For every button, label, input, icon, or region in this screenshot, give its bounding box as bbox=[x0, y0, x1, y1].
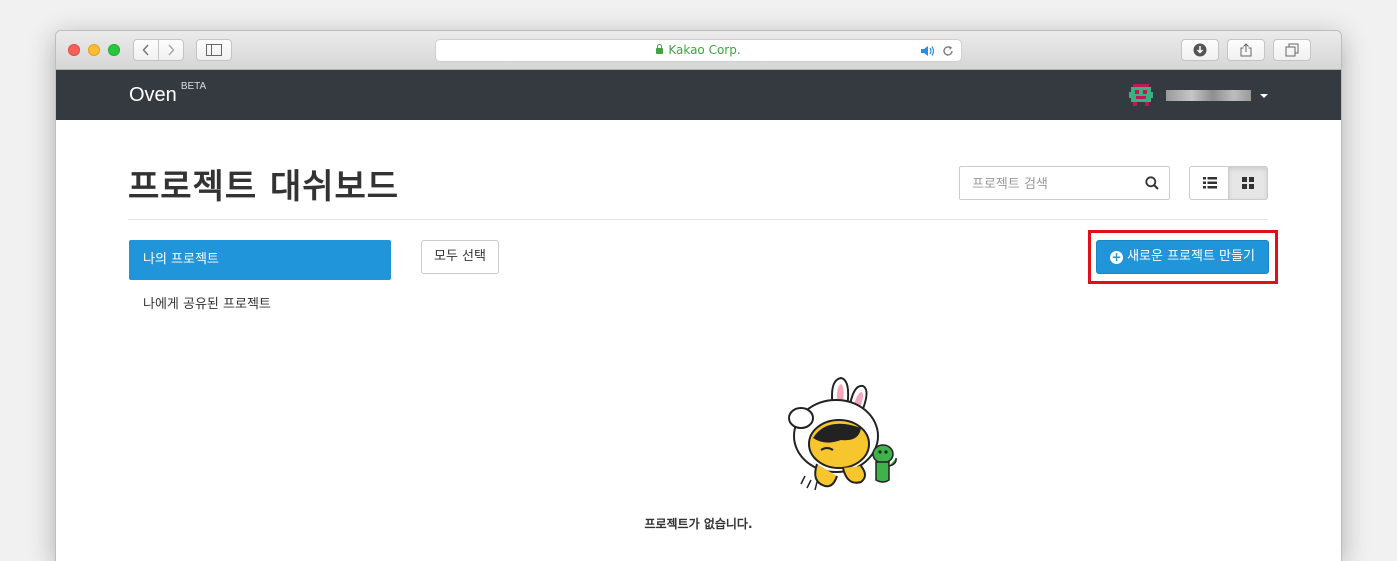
new-project-label: 새로운 프로젝트 만들기 bbox=[1127, 249, 1255, 264]
brand-name: Oven bbox=[129, 84, 177, 106]
browser-window: Kakao Corp. Oven BETA 프로젝트 대쉬보드 프로젝트 검색 … bbox=[56, 31, 1341, 561]
reload-icon[interactable] bbox=[942, 45, 954, 57]
chevron-right-icon bbox=[168, 44, 175, 56]
select-all-button[interactable]: 모두 선택 bbox=[421, 240, 499, 274]
project-search[interactable] bbox=[959, 166, 1170, 201]
back-button[interactable] bbox=[133, 39, 159, 61]
share-button[interactable] bbox=[1227, 39, 1265, 61]
sidebar-toggle-button[interactable] bbox=[196, 39, 232, 61]
download-icon bbox=[1193, 43, 1207, 57]
empty-state-message: 프로젝트가 없습니다. bbox=[644, 517, 753, 531]
sidebar-icon bbox=[206, 44, 222, 56]
empty-state-illustration bbox=[788, 376, 897, 491]
speaker-icon[interactable] bbox=[920, 45, 936, 57]
zoom-window-button[interactable] bbox=[108, 44, 120, 56]
page-title: 프로젝트 대쉬보드 bbox=[128, 167, 400, 207]
new-project-button[interactable]: + 새로운 프로젝트 만들기 bbox=[1096, 240, 1269, 274]
username-blurred[interactable] bbox=[1166, 90, 1251, 101]
minimize-window-button[interactable] bbox=[88, 44, 100, 56]
forward-button[interactable] bbox=[158, 39, 184, 61]
sidebar-item-my-projects[interactable]: 나의 프로젝트 bbox=[129, 240, 391, 280]
search-input[interactable] bbox=[960, 167, 1154, 201]
user-menu-caret-icon[interactable] bbox=[1260, 94, 1268, 98]
lock-icon bbox=[656, 44, 664, 54]
address-bar[interactable]: Kakao Corp. bbox=[435, 39, 962, 62]
sidebar-item-shared-projects[interactable]: 나에게 공유된 프로젝트 bbox=[143, 293, 271, 312]
browser-titlebar: Kakao Corp. bbox=[56, 31, 1341, 70]
search-icon[interactable] bbox=[1145, 176, 1159, 190]
list-view-button[interactable] bbox=[1189, 166, 1229, 200]
header-divider bbox=[128, 219, 1268, 220]
brand-logo[interactable]: Oven BETA bbox=[129, 81, 207, 107]
grid-view-button[interactable] bbox=[1228, 166, 1268, 200]
tabs-overview-button[interactable] bbox=[1273, 39, 1311, 61]
address-text: Kakao Corp. bbox=[668, 43, 741, 57]
chevron-left-icon bbox=[142, 44, 149, 56]
share-icon bbox=[1240, 43, 1252, 57]
close-window-button[interactable] bbox=[68, 44, 80, 56]
list-icon bbox=[1203, 177, 1217, 189]
tabs-icon bbox=[1285, 43, 1299, 57]
plus-circle-icon: + bbox=[1110, 250, 1124, 264]
grid-icon bbox=[1242, 177, 1254, 189]
top-navbar: Oven BETA bbox=[56, 70, 1341, 120]
beta-badge: BETA bbox=[180, 81, 207, 93]
downloads-button[interactable] bbox=[1181, 39, 1219, 61]
user-avatar[interactable] bbox=[1128, 82, 1154, 108]
